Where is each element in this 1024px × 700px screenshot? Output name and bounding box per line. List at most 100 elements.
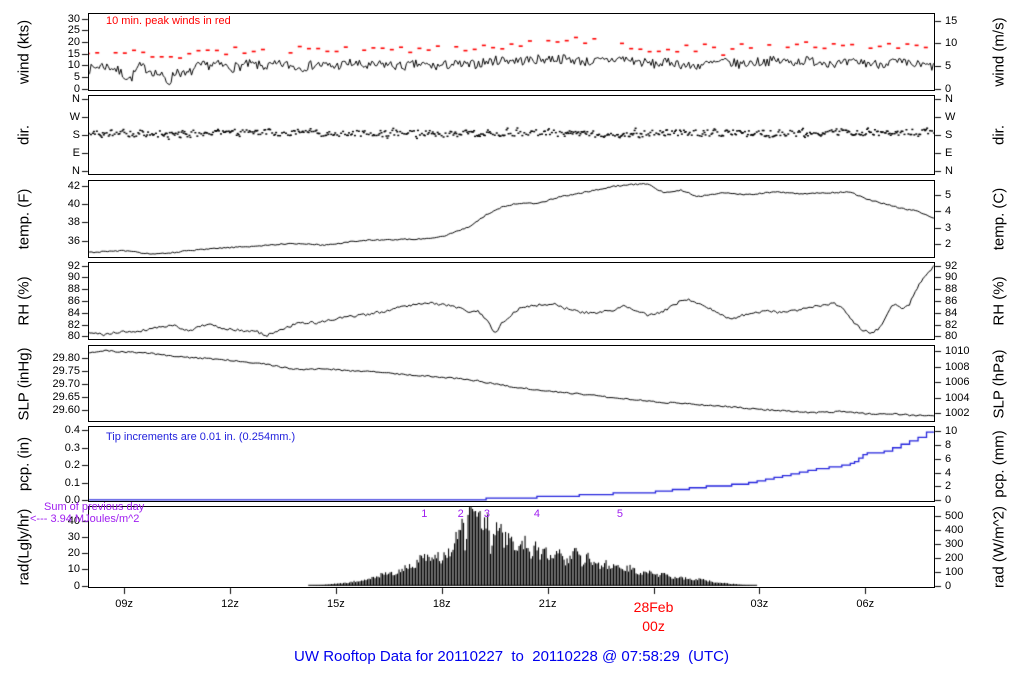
rh-ytick-right: 80 bbox=[945, 330, 958, 343]
temp-ytick-right: 2 bbox=[945, 238, 952, 251]
mj-marker: 1 bbox=[421, 508, 428, 520]
pcp-ytick-right: 2 bbox=[945, 480, 952, 493]
pcp-ytick-right: 10 bbox=[945, 425, 958, 438]
temp-ytick-left: 40 bbox=[67, 197, 80, 210]
wind-ytick-right: 15 bbox=[945, 14, 958, 27]
x-tick-label: 09z bbox=[115, 598, 134, 610]
pcp-left-axis-label: pcp. (in) bbox=[15, 436, 33, 492]
temp-left-axis-label: temp. (F) bbox=[15, 188, 33, 250]
dir-ytick-right: N bbox=[945, 165, 953, 178]
wind-ytick-left: 25 bbox=[67, 24, 80, 37]
temp-right-axis-label: temp. (C) bbox=[990, 187, 1008, 251]
rh-ytick-right: 84 bbox=[945, 306, 958, 319]
temp-ytick-left: 42 bbox=[67, 179, 80, 192]
wind-right-axis-label: wind (m/s) bbox=[990, 17, 1008, 87]
date-label-28feb: 28Feb 00z bbox=[633, 599, 674, 634]
rh-ytick-left: 82 bbox=[67, 318, 80, 331]
dir-ytick-right: S bbox=[945, 129, 953, 141]
x-tick-label: 03z bbox=[750, 598, 769, 610]
wind-ytick-left: 30 bbox=[67, 12, 80, 25]
rh-ytick-right: 86 bbox=[945, 295, 958, 307]
rad-ytick-right: 100 bbox=[945, 565, 964, 578]
slp-ytick-left: 29.70 bbox=[52, 378, 80, 391]
pcp-ytick-right: 8 bbox=[945, 439, 952, 452]
meteogram-figure: UW Rooftop Data for 20110227 to 20110228… bbox=[0, 0, 1024, 700]
rh-right-axis-label: RH (%) bbox=[990, 276, 1008, 326]
x-tick-label: 15z bbox=[327, 598, 345, 610]
temp-ytick-right: 4 bbox=[945, 205, 952, 218]
temp-ytick-left: 38 bbox=[67, 216, 80, 229]
slp-ytick-left: 29.60 bbox=[52, 404, 80, 417]
temp-ytick-right: 3 bbox=[945, 221, 952, 234]
panel-slp bbox=[88, 345, 935, 422]
pcp-right-axis-label: pcp. (mm) bbox=[990, 430, 1008, 498]
rh-ytick-right: 88 bbox=[945, 283, 958, 296]
wind-ytick-left: 15 bbox=[67, 47, 80, 60]
dir-ytick-left: N bbox=[72, 165, 80, 178]
rh-left-axis-label: RH (%) bbox=[15, 276, 33, 326]
dir-left-axis-label: dir. bbox=[15, 124, 33, 146]
dir-right-axis-label: dir. bbox=[990, 124, 1008, 146]
dir-ytick-right: E bbox=[945, 147, 953, 160]
rad-ytick-right: 300 bbox=[945, 537, 964, 550]
wind-ytick-left: 5 bbox=[73, 71, 80, 84]
mj-marker: 2 bbox=[457, 508, 464, 520]
pcp-ytick-left: 0.3 bbox=[64, 441, 80, 454]
slp-left-axis-label: SLP (inHg) bbox=[15, 346, 33, 421]
rad-ytick-right: 400 bbox=[945, 523, 964, 536]
rh-ytick-left: 92 bbox=[67, 259, 80, 272]
dir-ytick-right: N bbox=[945, 92, 953, 105]
rad-ytick-right: 200 bbox=[945, 551, 964, 564]
x-tick-label: 12z bbox=[221, 598, 239, 610]
wind-ytick-left: 20 bbox=[67, 36, 80, 49]
rad-ytick-left: 10 bbox=[67, 563, 80, 576]
slp-ytick-left: 29.65 bbox=[52, 391, 80, 404]
slp-ytick-right: 1002 bbox=[945, 407, 970, 420]
rh-ytick-right: 82 bbox=[945, 318, 958, 331]
slp-ytick-right: 1010 bbox=[945, 345, 970, 358]
rad-ytick-left: 30 bbox=[67, 530, 80, 543]
wind-ytick-right: 10 bbox=[945, 37, 958, 50]
panel-rh bbox=[88, 262, 935, 340]
chart-title: UW Rooftop Data for 20110227 to 20110228… bbox=[294, 648, 729, 665]
peak-winds-note: 10 min. peak winds in red bbox=[106, 15, 231, 27]
dir-ytick-left: S bbox=[72, 129, 80, 141]
tip-increments-note: Tip increments are 0.01 in. (0.254mm.) bbox=[106, 431, 296, 443]
slp-right-axis-label: SLP (hPa) bbox=[990, 349, 1008, 418]
slp-ytick-right: 1008 bbox=[945, 360, 970, 373]
rad-right-axis-label: rad (W/m^2) bbox=[990, 505, 1008, 589]
rad-ytick-left: 20 bbox=[67, 547, 80, 560]
slp-ytick-right: 1006 bbox=[945, 376, 970, 389]
dir-ytick-right: W bbox=[945, 110, 956, 123]
pcp-ytick-right: 6 bbox=[945, 452, 952, 465]
pcp-ytick-left: 0.4 bbox=[64, 424, 80, 437]
mj-marker: 3 bbox=[483, 508, 490, 520]
temp-ytick-right: 5 bbox=[945, 188, 952, 201]
pcp-ytick-right: 0 bbox=[945, 493, 952, 506]
wind-left-axis-label: wind (kts) bbox=[15, 19, 33, 85]
slp-ytick-left: 29.80 bbox=[52, 351, 80, 364]
mj-marker: 5 bbox=[616, 508, 623, 520]
dir-ytick-left: E bbox=[72, 147, 80, 160]
pcp-ytick-left: 0.2 bbox=[64, 459, 80, 472]
rh-ytick-left: 86 bbox=[67, 295, 80, 307]
rad-ytick-right: 500 bbox=[945, 509, 964, 522]
rh-ytick-left: 90 bbox=[67, 271, 80, 284]
wind-ytick-left: 10 bbox=[67, 59, 80, 72]
mj-marker: 4 bbox=[533, 508, 540, 520]
rh-ytick-left: 88 bbox=[67, 283, 80, 296]
pcp-ytick-right: 4 bbox=[945, 466, 952, 479]
slp-ytick-left: 29.75 bbox=[52, 364, 80, 377]
dir-ytick-left: N bbox=[72, 92, 80, 105]
rad-ytick-left: 0 bbox=[73, 579, 80, 592]
x-tick-label: 06z bbox=[856, 598, 875, 610]
rh-ytick-left: 80 bbox=[67, 330, 80, 343]
rh-ytick-left: 84 bbox=[67, 306, 80, 319]
sum-previous-day-note: Sum of previous day bbox=[44, 501, 145, 513]
panel-temp bbox=[88, 180, 935, 258]
x-tick-label: 18z bbox=[432, 598, 451, 610]
slp-ytick-right: 1004 bbox=[945, 391, 970, 404]
panel-dir bbox=[88, 95, 935, 175]
x-tick-label: 21z bbox=[538, 598, 557, 610]
rad-ytick-right: 0 bbox=[945, 579, 952, 592]
